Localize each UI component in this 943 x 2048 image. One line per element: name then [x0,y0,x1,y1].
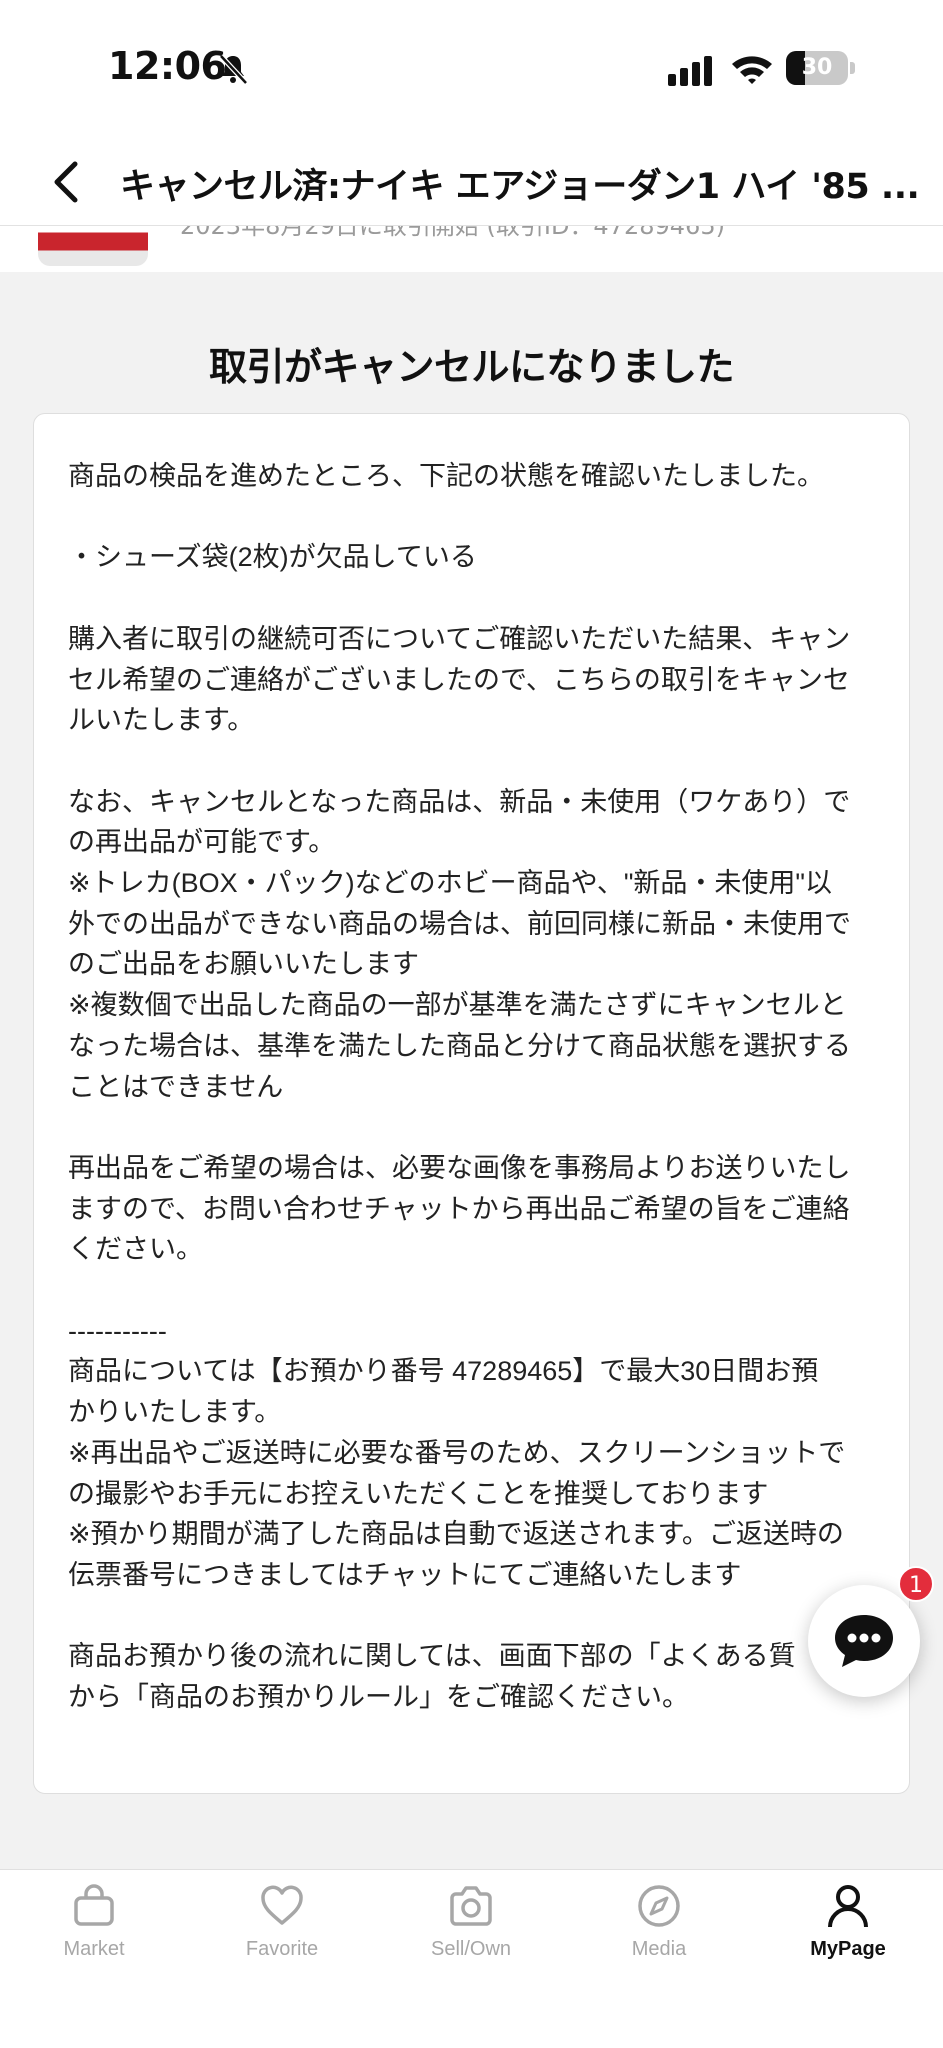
chat-bubble-icon [835,1615,893,1667]
bell-off-icon [219,54,248,85]
cancellation-message-card: 商品の検品を進めたところ、下記の状態を確認いたしました。 ・シューズ袋(2枚)が… [33,413,910,1794]
message-line: ください。 [68,1234,203,1265]
tab-label-mypage: MyPage [810,1938,886,1960]
transaction-summary-row[interactable]: 2023年8月29日に取引開始 (取引ID：47289465) [0,226,943,272]
message-line: ・シューズ袋(2枚)が欠品している [68,542,477,573]
message-line: ルいたします。 [68,705,255,736]
tab-label-favorite: Favorite [245,1938,319,1960]
status-time: 12:06 [108,44,227,88]
message-line: ----------- [68,1315,167,1346]
message-line: なお、キャンセルとなった商品は、新品・未使用（ワケあり）で [68,786,851,817]
compass-icon [638,1885,680,1927]
message-line: の再出品が可能です。 [68,827,336,858]
message-line: の撮影やお手元にお控えいただくことを推奨しております [68,1478,769,1509]
bag-icon [74,1884,114,1926]
message-line: かりいたします。 [68,1397,282,1428]
message-line: ますので、お問い合わせチャットから再出品ご希望の旨をご連絡 [68,1193,850,1224]
message-line: なった場合は、基準を満たした商品と分けて商品状態を選択する [68,1030,851,1061]
bottom-tab-bar: Market Favorite Sell/Own Media MyPage [0,1869,943,2048]
chat-button[interactable] [808,1585,920,1697]
tab-mypage[interactable]: MyPage [754,1882,942,1982]
message-line: ※複数個で出品した商品の一部が基準を満たさずにキャンセルと [68,990,847,1021]
signal-icon [668,56,712,86]
message-line: 商品お預かり後の流れに関しては、画面下部の「よくある質 [68,1641,796,1672]
tab-market[interactable]: Market [0,1882,188,1982]
tab-label-sell-own: Sell/Own [430,1938,512,1960]
message-spacer [68,1107,877,1148]
message-line: 商品の検品を進めたところ、下記の状態を確認いたしました。 [68,461,824,491]
battery-indicator: 30 [786,51,856,85]
battery-level: 30 [801,55,833,80]
chevron-left-icon [54,161,78,203]
message-spacer [68,497,877,538]
message-line: ※預かり期間が満了した商品は自動で返送されます。ご返送時の [68,1519,844,1550]
message-line: 外での出品ができない商品の場合は、前回同様に新品・未使用で [68,908,851,939]
wifi-icon [732,56,772,84]
camera-icon [450,1886,492,1926]
message-line: から「商品のお預かりルール」をご確認ください。 [68,1682,689,1713]
transaction-start-info: 2023年8月29日に取引開始 (取引ID：47289465) [180,226,725,240]
status-bar: 12:06 30 [0,0,943,140]
message-line: 購入者に取引の継続可否についてご確認いただいた結果、キャン [68,623,851,654]
heart-icon [261,1885,303,1925]
message-line: セル希望のご連絡がございましたので、こちらの取引をキャンセ [68,664,850,695]
product-thumbnail [38,226,148,266]
message-line: ※再出品やご返送時に必要な番号のため、スクリーンショットで [68,1437,846,1468]
chat-unread-badge: 1 [898,1566,934,1602]
message-spacer [68,578,877,619]
message-body: 商品の検品を進めたところ、下記の状態を確認いたしました。 ・シューズ袋(2枚)が… [68,456,877,1718]
page-title: キャンセル済:ナイキ エアジョーダン1 ハイ '85 ... [120,167,920,207]
cancellation-heading: 取引がキャンセルになりました [208,345,735,389]
tab-label-market: Market [63,1938,125,1960]
tab-label-media: Media [631,1938,687,1960]
message-line: 商品については【お預かり番号 47289465】で最大30日間お預 [68,1356,819,1387]
back-button[interactable] [40,154,92,210]
message-line: 再出品をご希望の場合は、必要な画像を事務局よりお送りいたし [68,1152,851,1183]
message-spacer [68,741,877,782]
tab-sell-own[interactable]: Sell/Own [377,1882,565,1982]
person-icon [828,1885,868,1928]
message-line: 伝票番号につきましてはチャットにてご連絡いたします [68,1559,742,1590]
tab-favorite[interactable]: Favorite [188,1882,376,1982]
message-spacer [68,1596,877,1637]
nav-header: キャンセル済:ナイキ エアジョーダン1 ハイ '85 ... [0,140,943,226]
message-line: ※トレカ(BOX・パック)などのホビー商品や、"新品・未使用"以 [68,868,832,899]
tab-media[interactable]: Media [565,1882,753,1982]
message-spacer [68,1270,877,1311]
message-line: のご出品をお願いいたします [68,949,419,980]
message-line: ことはできません [68,1071,284,1102]
